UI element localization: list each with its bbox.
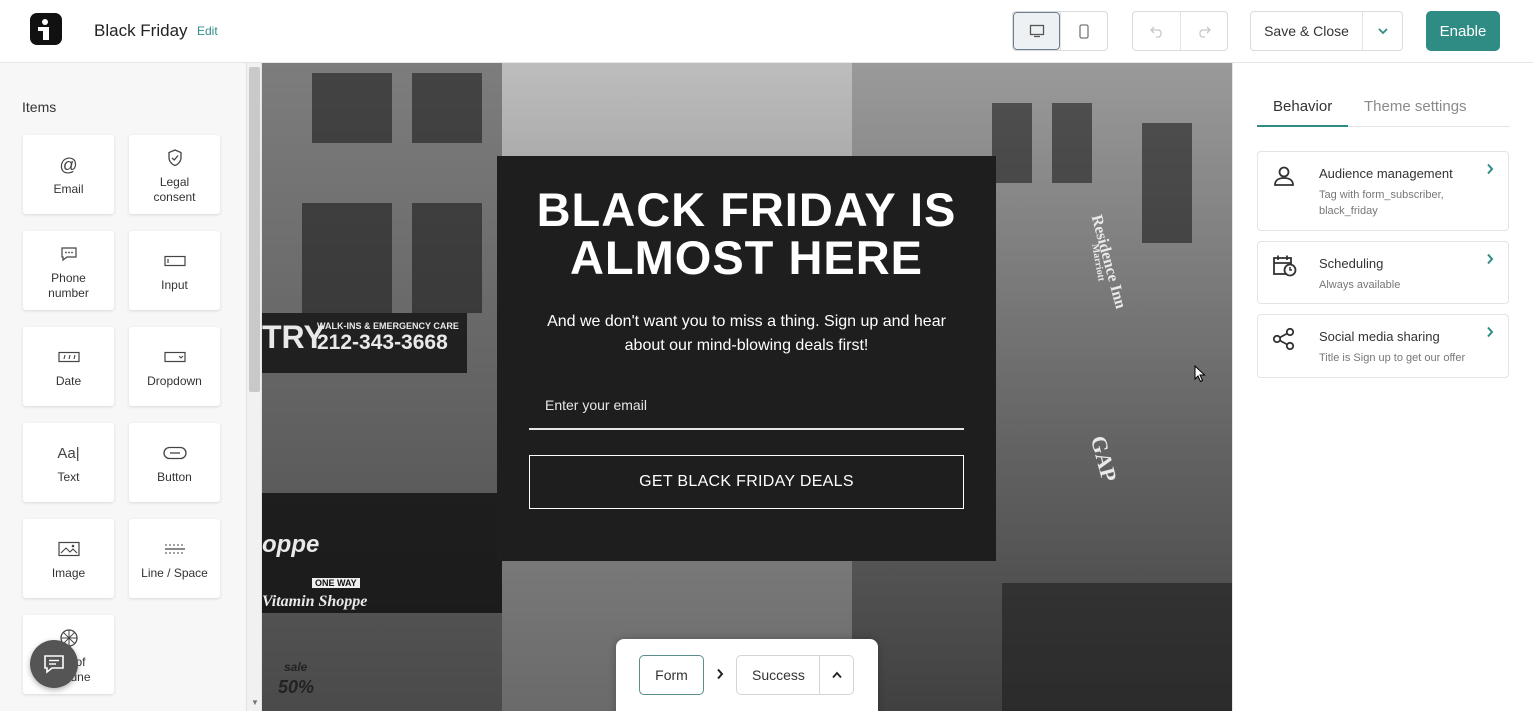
card-audience-management[interactable]: Audience management Tag with form_subscr… [1257,151,1509,231]
mobile-icon [1079,23,1089,39]
card-scheduling[interactable]: Scheduling Always available [1257,241,1509,304]
item-button[interactable]: Button [129,423,220,502]
get-deals-button[interactable]: GET BLACK FRIDAY DEALS [529,455,964,509]
items-title: Items [22,99,57,115]
background-building-left [262,63,502,711]
item-line-space[interactable]: Line / Space [129,519,220,598]
mobile-view-button[interactable] [1060,12,1107,50]
signup-popup[interactable]: BLACK FRIDAY IS ALMOST HERE And we don't… [497,156,996,561]
scroll-down-arrow-icon[interactable]: ▼ [251,698,259,707]
item-text[interactable]: Aa| Text [23,423,114,502]
desktop-icon [1029,24,1044,38]
card-subtitle: Title is Sign up to get our offer [1319,352,1466,364]
card-title: Scheduling [1319,256,1384,271]
settings-panel: Behavior Theme settings Audience managem… [1232,63,1533,711]
shield-icon [167,145,183,171]
redo-icon [1199,26,1211,38]
button-icon [162,440,187,466]
card-social-media-sharing[interactable]: Social media sharing Title is Sign up to… [1257,314,1509,378]
app-logo[interactable] [30,13,62,45]
undo-redo-group [1132,11,1228,51]
sign-phone: 212-343-3668 [317,331,448,354]
chevron-up-icon[interactable] [819,656,853,694]
chevron-right-icon [1486,162,1494,180]
scroll-thumb[interactable] [249,67,260,392]
input-box-icon [163,248,186,274]
popup-headline[interactable]: BLACK FRIDAY IS ALMOST HERE [497,186,996,282]
image-icon [57,536,80,562]
settings-tabs: Behavior Theme settings [1257,89,1510,127]
redo-button[interactable] [1180,12,1227,50]
chat-bubble-icon [60,241,78,267]
item-date[interactable]: Date [23,327,114,406]
card-subtitle: Tag with form_subscriber, black_friday [1319,189,1444,217]
chevron-right-icon [1486,252,1494,270]
mouse-cursor-icon [1194,364,1206,388]
support-chat-button[interactable] [30,640,78,688]
calendar-clock-icon [1272,254,1297,278]
date-icon [57,344,80,370]
chevron-right-icon [1486,325,1494,343]
step-form[interactable]: Form [639,655,704,695]
sign-vitamin-shoppe: Vitamin Shoppe [262,593,368,610]
share-icon [1272,327,1296,351]
step-switcher: Form Success [616,639,878,711]
item-phone-number[interactable]: Phone number [23,231,114,310]
item-image[interactable]: Image [23,519,114,598]
save-options-button[interactable] [1362,12,1402,50]
preview-canvas: WALK-INS & EMERGENCY CARE 212-343-3668 T… [262,63,1232,711]
item-email[interactable]: @ Email [23,135,114,214]
sign-one-way: ONE WAY [312,578,360,588]
items-panel: Items @ Email Legal consent Phone number… [0,63,262,711]
card-subtitle: Always available [1319,279,1401,291]
items-scrollbar[interactable]: ▼ [246,63,261,711]
save-group: Save & Close [1250,11,1403,51]
page-title: Black Friday [94,21,188,40]
sign-sale: sale [284,660,308,674]
text-icon: Aa| [57,444,80,462]
active-tab-indicator [1257,125,1348,127]
card-title: Audience management [1319,166,1453,181]
save-close-button[interactable]: Save & Close [1251,12,1362,50]
email-input[interactable]: Enter your email [529,391,964,430]
undo-button[interactable] [1133,12,1180,50]
at-icon: @ [59,154,78,175]
top-bar: Black Friday Edit Save & Close Enable [0,0,1533,63]
popup-body-text[interactable]: And we don't want you to miss a thing. S… [537,310,957,358]
tab-behavior[interactable]: Behavior [1273,98,1332,115]
person-icon [1272,164,1296,188]
chevron-down-icon [1377,28,1388,35]
item-input[interactable]: Input [129,231,220,310]
enable-button[interactable]: Enable [1426,11,1500,51]
item-dropdown[interactable]: Dropdown [129,327,220,406]
sign-oppe: oppe [262,531,320,558]
edit-title-link[interactable]: Edit [197,24,218,38]
undo-icon [1149,26,1162,38]
line-space-icon [163,536,187,562]
card-title: Social media sharing [1319,329,1440,344]
chevron-right-icon [716,668,724,683]
item-legal-consent[interactable]: Legal consent [129,135,220,214]
sign-50-percent: 50% [278,677,315,697]
view-toggle [1012,11,1108,51]
sign-try: TRY [262,319,325,355]
desktop-view-button[interactable] [1013,12,1060,50]
chat-icon [44,655,64,674]
step-success[interactable]: Success [736,655,854,695]
sign-walk-ins: WALK-INS & EMERGENCY CARE [317,321,459,331]
dropdown-icon [163,344,186,370]
tab-theme-settings[interactable]: Theme settings [1364,98,1467,115]
step-success-label: Success [752,667,805,683]
